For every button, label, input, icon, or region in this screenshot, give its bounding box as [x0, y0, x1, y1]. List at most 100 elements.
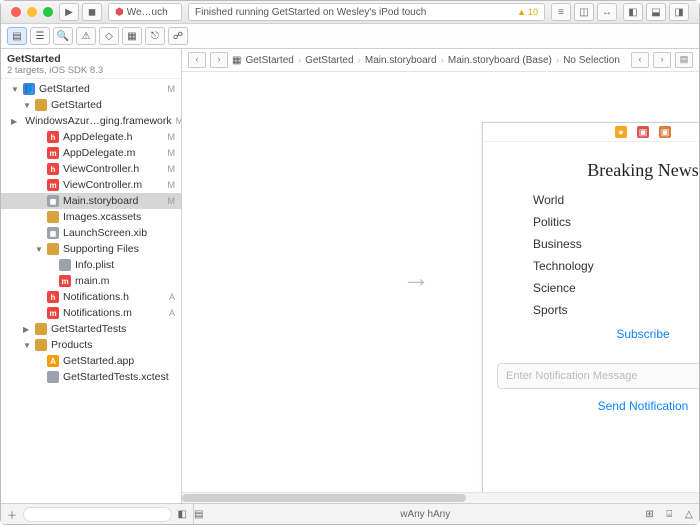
zoom-window-button[interactable]: [43, 7, 53, 17]
stop-button[interactable]: ◼: [82, 3, 102, 21]
jump-project-icon: ▦: [232, 55, 241, 66]
close-window-button[interactable]: [11, 7, 21, 17]
pin-button[interactable]: ⌸: [666, 509, 672, 520]
scene-exit-icon: ▣: [659, 126, 671, 138]
breakpoint-navigator-tab[interactable]: ⎋: [145, 27, 165, 45]
jump-back-button[interactable]: ‹: [188, 52, 206, 68]
subscribe-button[interactable]: Subscribe: [483, 327, 699, 341]
scm-status: A: [169, 308, 175, 318]
notification-text-field[interactable]: Enter Notification Message: [497, 363, 699, 389]
scm-status: M: [168, 164, 176, 174]
file-tree-row[interactable]: WindowsAzur…ging.frameworkM: [1, 113, 181, 129]
file-tree[interactable]: 📘GetStartedMGetStartedWindowsAzur…ging.f…: [1, 79, 181, 503]
file-icon: [35, 339, 47, 351]
category-row: Politics: [533, 211, 699, 233]
category-label: Sports: [533, 303, 568, 317]
category-label: Science: [533, 281, 576, 295]
jump-bar[interactable]: ‹ › ▦ GetStarted› GetStarted› Main.story…: [182, 49, 699, 72]
test-navigator-tab[interactable]: ◇: [99, 27, 119, 45]
file-tree-row[interactable]: hNotifications.hA: [1, 289, 181, 305]
file-tree-row[interactable]: GetStartedTests: [1, 321, 181, 337]
symbol-navigator-tab[interactable]: ☰: [30, 27, 50, 45]
toggle-debug-button[interactable]: ⬓: [646, 3, 666, 21]
file-tree-row[interactable]: ◼ LaunchScreen.xib: [1, 225, 181, 241]
disclosure-triangle-icon[interactable]: [23, 341, 31, 350]
outline-toggle-button[interactable]: ▤: [675, 52, 693, 68]
jump-seg-1[interactable]: GetStarted: [305, 55, 353, 66]
jump-seg-3[interactable]: Main.storyboard (Base): [448, 55, 552, 66]
file-tree-row[interactable]: hViewController.hM: [1, 161, 181, 177]
scheme-selector[interactable]: ⬢ We…uch: [108, 3, 182, 21]
editor-standard-button[interactable]: ≡: [551, 3, 571, 21]
file-tree-row[interactable]: Images.xcassets: [1, 209, 181, 225]
file-tree-row[interactable]: GetStarted: [1, 97, 181, 113]
scrollbar-thumb[interactable]: [182, 494, 466, 502]
toggle-utilities-button[interactable]: ◨: [669, 3, 689, 21]
scm-status: M: [168, 132, 176, 142]
file-tree-row[interactable]: A GetStarted.app: [1, 353, 181, 369]
disclosure-triangle-icon[interactable]: [11, 117, 17, 126]
disclosure-triangle-icon[interactable]: [23, 101, 31, 110]
doc-outline-toggle[interactable]: ▤: [194, 509, 203, 520]
file-icon: [47, 371, 59, 383]
jump-forward-button[interactable]: ›: [210, 52, 228, 68]
file-tree-row[interactable]: Supporting Files: [1, 241, 181, 257]
file-label: Info.plist: [75, 259, 114, 271]
disclosure-triangle-icon[interactable]: [11, 85, 19, 94]
add-button[interactable]: ＋: [7, 507, 17, 522]
project-navigator-tab[interactable]: ▤: [7, 27, 27, 45]
editor-version-button[interactable]: ↔: [597, 3, 617, 21]
activity-text: Finished running GetStarted on Wesley's …: [195, 7, 426, 18]
size-class-label[interactable]: wAny hAny: [400, 509, 450, 520]
file-label: GetStarted.app: [63, 355, 134, 367]
jump-seg-0[interactable]: GetStarted: [245, 55, 293, 66]
file-tree-row[interactable]: hAppDelegate.hM: [1, 129, 181, 145]
category-row: World: [533, 189, 699, 211]
warning-icon[interactable]: ▲: [517, 7, 526, 17]
scope-button[interactable]: ◧: [178, 509, 187, 520]
file-tree-row[interactable]: ◼Main.storyboardM: [1, 193, 181, 209]
file-tree-row[interactable]: Products: [1, 337, 181, 353]
jump-prev-button[interactable]: ‹: [631, 52, 649, 68]
file-tree-row[interactable]: mmain.m: [1, 273, 181, 289]
project-header[interactable]: GetStarted 2 targets, iOS SDK 8.3: [1, 49, 181, 79]
resolve-button[interactable]: △: [685, 509, 693, 520]
editor-assistant-button[interactable]: ◫: [574, 3, 594, 21]
file-tree-row[interactable]: mAppDelegate.mM: [1, 145, 181, 161]
debug-navigator-tab[interactable]: ▦: [122, 27, 142, 45]
file-icon: ◼: [47, 227, 59, 239]
filter-field[interactable]: [23, 507, 172, 522]
send-notification-button[interactable]: Send Notification: [483, 399, 699, 413]
file-tree-row[interactable]: GetStartedTests.xctest: [1, 369, 181, 385]
run-button[interactable]: ▶: [59, 3, 79, 21]
file-tree-row[interactable]: Info.plist: [1, 257, 181, 273]
scene-header[interactable]: ● ▣ ▣: [483, 123, 699, 142]
jump-next-button[interactable]: ›: [653, 52, 671, 68]
file-tree-row[interactable]: mViewController.mM: [1, 177, 181, 193]
report-navigator-tab[interactable]: ☍: [168, 27, 188, 45]
minimize-window-button[interactable]: [27, 7, 37, 17]
warning-count[interactable]: 10: [528, 7, 538, 17]
disclosure-triangle-icon[interactable]: [35, 245, 43, 254]
file-label: main.m: [75, 275, 109, 287]
file-tree-row[interactable]: mNotifications.mA: [1, 305, 181, 321]
category-row: Technology: [533, 255, 699, 277]
file-label: LaunchScreen.xib: [63, 227, 147, 239]
horizontal-scrollbar[interactable]: [182, 492, 699, 503]
storyboard-canvas[interactable]: → ● ▣ ▣ Breaking News WorldPoliticsBusin…: [182, 72, 699, 503]
toggle-navigator-button[interactable]: ◧: [623, 3, 643, 21]
find-navigator-tab[interactable]: 🔍: [53, 27, 73, 45]
file-label: WindowsAzur…ging.framework: [25, 115, 171, 127]
file-tree-row[interactable]: 📘GetStartedM: [1, 81, 181, 97]
category-row: Science: [533, 277, 699, 299]
jump-seg-4[interactable]: No Selection: [563, 55, 620, 66]
disclosure-triangle-icon[interactable]: [23, 325, 31, 334]
file-icon: A: [47, 355, 59, 367]
initial-scene-arrow-icon: →: [402, 262, 430, 294]
issue-navigator-tab[interactable]: ⚠: [76, 27, 96, 45]
align-button[interactable]: ⊞: [645, 509, 653, 520]
category-label: Technology: [533, 259, 594, 273]
view-controller-scene[interactable]: ● ▣ ▣ Breaking News WorldPoliticsBusines…: [482, 122, 699, 503]
file-label: Main.storyboard: [63, 195, 138, 207]
jump-seg-2[interactable]: Main.storyboard: [365, 55, 437, 66]
